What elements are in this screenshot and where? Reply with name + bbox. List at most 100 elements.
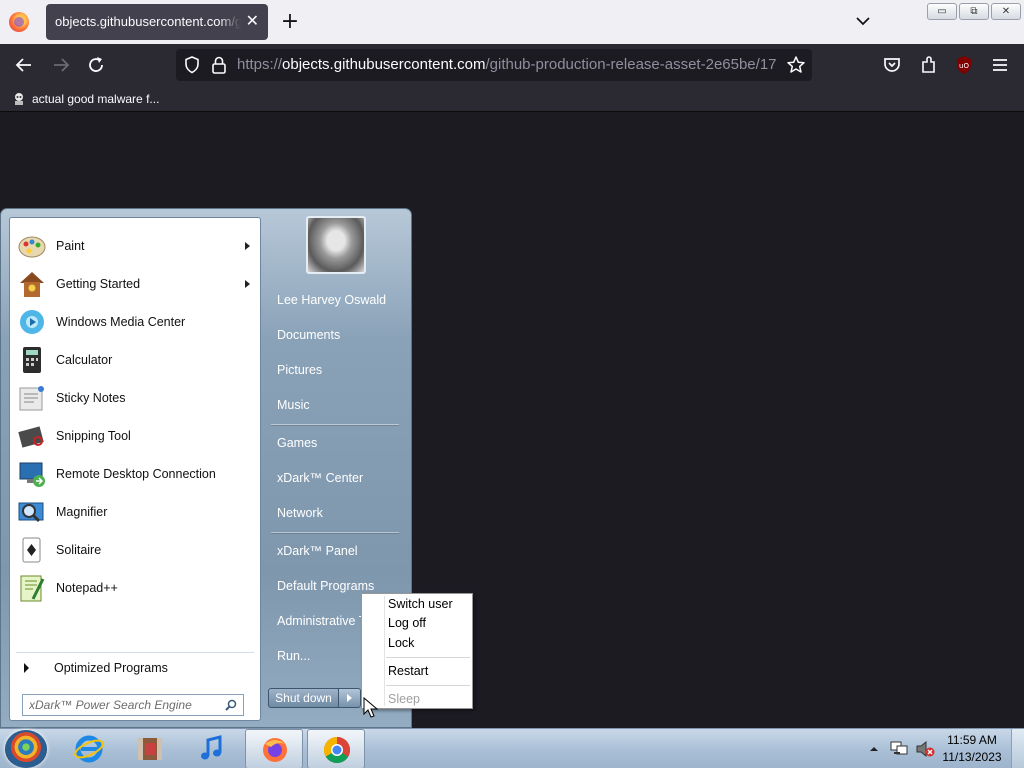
start-button[interactable] [5,730,47,768]
place-xdark-center[interactable]: xDark™ Center [269,463,403,493]
places-divider [271,424,399,425]
program-sticky-notes[interactable]: Sticky Notes [14,380,260,416]
url-bar[interactable]: https://objects.githubusercontent.com/gi… [176,49,812,81]
forward-icon[interactable] [50,54,72,76]
tab-strip: objects.githubusercontent.com/github-pro… [0,0,1024,44]
all-programs-label: Optimized Programs [54,661,168,675]
program-label: Solitaire [56,543,102,557]
taskbar-itunes[interactable] [183,729,241,768]
program-label: Getting Started [56,277,141,291]
place-documents[interactable]: Documents [269,320,403,350]
taskbar: 11:59 AM 11/13/2023 [0,728,1024,768]
start-menu: Paint Getting Started Windows Media Cent… [0,208,412,728]
network-icon[interactable] [889,740,909,758]
place-games[interactable]: Games [269,428,403,458]
programs-divider [16,652,254,653]
new-tab-button[interactable]: + [279,8,301,36]
extensions-icon[interactable] [918,54,940,76]
program-label: Magnifier [56,505,108,519]
taskbar-media-player[interactable] [121,729,179,768]
lock-icon[interactable] [210,55,228,75]
power-options-menu: Switch user Log off Lock Restart Sleep [361,593,473,709]
shield-icon[interactable] [182,55,202,75]
submenu-arrow-icon[interactable] [245,242,250,250]
program-snipping-tool[interactable]: Snipping Tool [14,418,260,454]
sticky-notes-icon [19,386,44,411]
bookmarks-toolbar: actual good malware f... [0,86,1024,112]
program-label: Windows Media Center [56,315,186,329]
firefox-icon [263,738,287,762]
tab-active[interactable]: objects.githubusercontent.com/github-pro… [46,4,268,40]
taskbar-firefox[interactable] [245,729,303,768]
nav-toolbar: https://objects.githubusercontent.com/gi… [0,44,1024,86]
taskbar-chrome[interactable] [307,729,365,768]
submenu-arrow-icon[interactable] [245,280,250,288]
clock-time[interactable]: 11:59 AM [944,733,1000,747]
firefox-icon[interactable] [9,12,29,32]
program-label: Snipping Tool [56,429,131,443]
shutdown-options-button[interactable] [339,688,361,708]
program-label: Sticky Notes [56,391,126,405]
menu-divider [386,685,470,686]
user-avatar[interactable] [306,216,366,274]
menu-item-lock[interactable]: Lock [388,633,470,653]
place-pictures[interactable]: Pictures [269,355,403,385]
places-divider [271,532,399,533]
bookmark-favicon [15,93,23,105]
volume-muted-icon[interactable] [915,740,935,758]
start-search-input[interactable] [29,695,219,715]
shutdown-button[interactable]: Shut down [268,688,339,708]
list-all-tabs-icon[interactable] [852,10,874,32]
minimize-icon: ▭ [937,6,947,17]
calculator-icon [23,347,41,373]
restore-button[interactable]: ⧉ [959,3,989,20]
menu-item-restart[interactable]: Restart [388,661,470,681]
menu-icon[interactable] [989,54,1011,76]
url-host: objects.githubusercontent.com [282,56,486,73]
paint-icon [18,236,46,258]
tab-close-button[interactable]: ✕ [246,4,259,40]
start-search-box[interactable] [22,694,244,716]
internet-explorer-icon [74,735,104,763]
program-calculator[interactable]: Calculator [14,342,260,378]
program-magnifier[interactable]: Magnifier [14,494,260,530]
itunes-icon [201,735,222,760]
program-getting-started[interactable]: Getting Started [14,266,260,302]
program-label: Remote Desktop Connection [56,467,216,481]
url-text[interactable]: https://objects.githubusercontent.com/gi… [237,49,777,81]
show-desktop-button[interactable] [1011,729,1024,768]
close-icon: ✕ [1001,6,1011,17]
star-icon[interactable] [786,55,806,75]
program-solitaire[interactable]: Solitaire [14,532,260,568]
ublock-icon[interactable]: uO [953,54,975,76]
bookmark-label: actual good malware f... [32,92,160,106]
place-network[interactable]: Network [269,498,403,528]
media-center-icon [20,310,44,334]
reload-icon[interactable] [85,54,107,76]
place-xdark-panel[interactable]: xDark™ Panel [269,536,403,566]
mouse-cursor-icon [363,696,379,718]
close-window-button[interactable]: ✕ [991,3,1021,20]
menu-item-switch-user[interactable]: Switch user [388,594,470,614]
minimize-button[interactable]: ▭ [927,3,957,20]
all-programs-arrow-icon [24,663,29,673]
place-user-folder[interactable]: Lee Harvey Oswald [269,285,403,315]
getting-started-icon [20,272,44,297]
clock-date[interactable]: 11/13/2023 [940,750,1004,764]
pocket-icon[interactable] [881,54,903,76]
all-programs-button[interactable]: Optimized Programs [14,656,260,680]
tab-title: objects.githubusercontent.com/github-pro… [55,14,241,29]
program-remote-desktop[interactable]: Remote Desktop Connection [14,456,260,492]
show-hidden-icons-icon[interactable] [868,743,880,755]
program-windows-media-center[interactable]: Windows Media Center [14,304,260,340]
program-paint[interactable]: Paint [14,228,260,264]
menu-item-log-off[interactable]: Log off [388,613,470,633]
place-music[interactable]: Music [269,390,403,420]
menu-item-sleep: Sleep [388,692,420,706]
program-notepad-plus-plus[interactable]: Notepad++ [14,570,260,606]
bookmark-item[interactable]: actual good malware f... [12,89,159,109]
taskbar-internet-explorer[interactable] [60,729,118,768]
search-icon[interactable] [225,699,237,711]
window-controls: ▭ ⧉ ✕ [925,3,1021,20]
back-icon[interactable] [13,54,35,76]
